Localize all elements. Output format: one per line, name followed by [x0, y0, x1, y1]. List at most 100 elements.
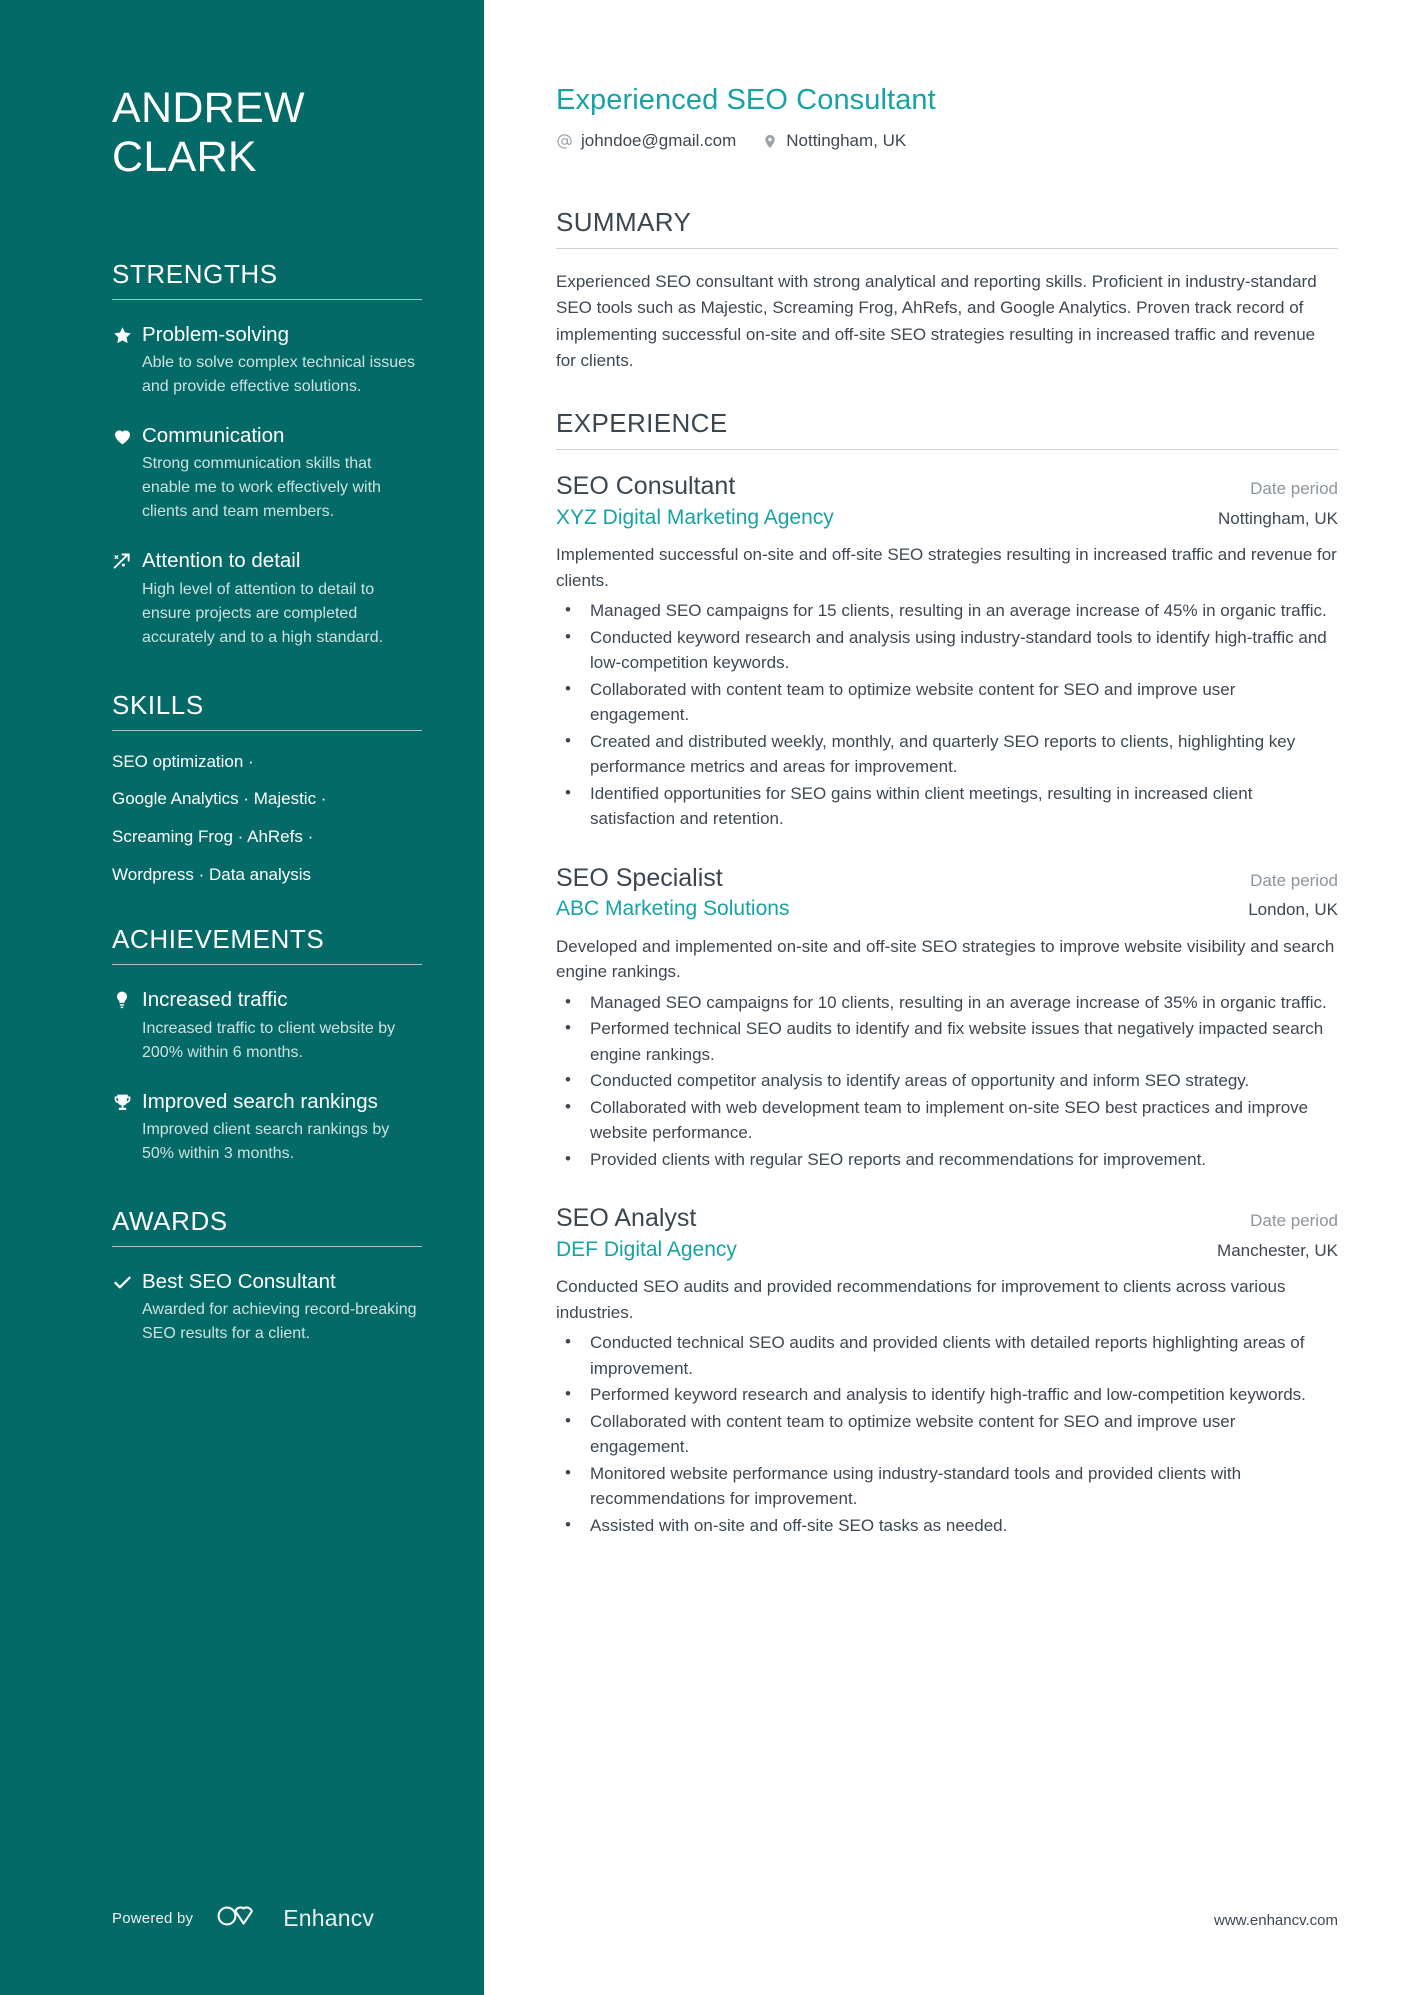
achievement-title: Improved search rankings [142, 1089, 378, 1113]
job-location: Nottingham, UK [1218, 508, 1338, 528]
heart-icon [112, 423, 142, 447]
achievement-description: Increased traffic to client website by 2… [142, 1019, 396, 1061]
experience-item: SEO Consultant Date period XYZ Digital M… [556, 470, 1338, 831]
job-title-row: SEO Consultant Date period [556, 470, 1338, 503]
at-sign-icon [556, 133, 573, 150]
location-value: Nottingham, UK [786, 131, 907, 150]
job-location: London, UK [1248, 900, 1338, 920]
enhancv-brand-name: Enhancv [283, 1905, 375, 1931]
job-bullet: Assisted with on-site and off-site SEO t… [556, 1512, 1338, 1539]
achievements-heading: ACHIEVEMENTS [112, 924, 325, 955]
enhancv-footer-brand: Powered by Enhancv [112, 1902, 374, 1935]
divider [112, 729, 422, 731]
skills-list: SEO optimization · Google Analytics · Ma… [112, 751, 422, 885]
job-bullet: Conducted competitor analysis to identif… [556, 1067, 1338, 1094]
email-value: johndoe@gmail.com [581, 131, 737, 150]
award-title: Best SEO Consultant [142, 1269, 336, 1293]
divider [556, 248, 1338, 249]
job-title: SEO Consultant [556, 472, 736, 501]
summary-text: Experienced SEO consultant with strong a… [556, 272, 1317, 371]
divider [556, 449, 1338, 451]
strength-item: Attention to detail High level of attent… [112, 548, 422, 649]
experience-item: SEO Analyst Date period DEF Digital Agen… [556, 1202, 1338, 1538]
job-period: Date period [1250, 1211, 1338, 1231]
job-bullet: Collaborated with content team to optimi… [556, 1408, 1338, 1460]
achievement-title: Increased traffic [142, 988, 288, 1012]
skill-line: Screaming Frog · AhRefs · [112, 826, 314, 846]
job-title: SEO Analyst [556, 1204, 697, 1233]
job-company-row: XYZ Digital Marketing Agency Nottingham,… [556, 503, 1338, 532]
strengths-section: STRENGTHS Problem-solving Able to solve … [112, 259, 422, 650]
skills-heading: SKILLS [112, 689, 204, 720]
job-bullet: Performed technical SEO audits to identi… [556, 1015, 1338, 1067]
skills-section: SKILLS SEO optimization · Google Analyti… [112, 690, 422, 885]
job-title-row: SEO Analyst Date period [556, 1202, 1338, 1235]
achievements-section: ACHIEVEMENTS Increased traffic Increased… [112, 924, 422, 1165]
job-company-row: DEF Digital Agency Manchester, UK [556, 1235, 1338, 1264]
strengths-heading: STRENGTHS [112, 258, 278, 289]
job-title: SEO Specialist [556, 863, 723, 892]
job-period: Date period [1250, 479, 1338, 499]
enhancv-logo-icon [215, 1902, 261, 1935]
lightbulb-icon [112, 987, 142, 1010]
main-content: Experienced SEO Consultant johndoe@gmail… [484, 0, 1410, 1995]
strength-title: Attention to detail [142, 549, 301, 573]
job-bullet: Conducted keyword research and analysis … [556, 624, 1338, 676]
job-bullet: Collaborated with content team to optimi… [556, 676, 1338, 728]
job-bullet: Managed SEO campaigns for 15 clients, re… [556, 597, 1338, 624]
job-company: XYZ Digital Marketing Agency [556, 505, 834, 529]
job-period: Date period [1250, 870, 1338, 890]
job-bullets: Managed SEO campaigns for 15 clients, re… [556, 597, 1338, 832]
job-bullet: Managed SEO campaigns for 10 clients, re… [556, 989, 1338, 1016]
skill-line: SEO optimization · [112, 751, 254, 771]
job-company: DEF Digital Agency [556, 1237, 737, 1261]
job-bullets: Managed SEO campaigns for 10 clients, re… [556, 989, 1338, 1173]
job-company-row: ABC Marketing Solutions London, UK [556, 894, 1338, 923]
skill-line: Wordpress · Data analysis [112, 864, 312, 884]
strength-item: Communication Strong communication skill… [112, 423, 422, 524]
awards-section: AWARDS Best SEO Consultant Awarded for a… [112, 1206, 422, 1346]
email-contact[interactable]: johndoe@gmail.com [556, 131, 736, 151]
achievement-item: Improved search rankings Improved client… [112, 1089, 422, 1166]
strength-description: Strong communication skills that enable … [142, 455, 381, 521]
strength-title: Problem-solving [142, 322, 289, 346]
strength-item: Problem-solving Able to solve complex te… [112, 322, 422, 399]
job-bullet: Created and distributed weekly, monthly,… [556, 728, 1338, 780]
website-url: www.enhancv.com [1214, 1912, 1338, 1929]
summary-section: SUMMARY Experienced SEO consultant with … [556, 207, 1338, 374]
trophy-icon [112, 1089, 142, 1113]
contact-row: johndoe@gmail.com Nottingham, UK [556, 131, 1338, 151]
divider [112, 298, 422, 300]
job-bullets: Conducted technical SEO audits and provi… [556, 1329, 1338, 1539]
skill-line: Google Analytics · Majestic · [112, 789, 327, 809]
divider [112, 1245, 422, 1247]
star-icon [112, 322, 142, 346]
first-name: ANDREW [112, 84, 305, 132]
job-title-row: SEO Specialist Date period [556, 862, 1338, 895]
check-icon [112, 1269, 142, 1293]
strength-title: Communication [142, 424, 285, 448]
award-description: Awarded for achieving record-breaking SE… [142, 1301, 417, 1343]
location-contact: Nottingham, UK [762, 131, 906, 151]
summary-heading: SUMMARY [556, 207, 692, 237]
strength-description: Able to solve complex technical issues a… [142, 354, 416, 396]
divider [112, 964, 422, 966]
last-name: CLARK [112, 133, 257, 182]
job-bullet: Collaborated with web development team t… [556, 1094, 1338, 1146]
experience-section: EXPERIENCE SEO Consultant Date period XY… [556, 408, 1338, 1538]
powered-by-label: Powered by [112, 1910, 194, 1927]
job-bullet: Conducted technical SEO audits and provi… [556, 1329, 1338, 1381]
job-bullet: Provided clients with regular SEO report… [556, 1146, 1338, 1173]
job-company: ABC Marketing Solutions [556, 897, 790, 921]
job-bullet: Identified opportunities for SEO gains w… [556, 780, 1338, 832]
achievement-description: Improved client search rankings by 50% w… [142, 1120, 390, 1162]
candidate-name: ANDREW CLARK [112, 84, 422, 183]
job-summary: Conducted SEO audits and provided recomm… [556, 1277, 1286, 1322]
sparkle-arrow-icon [112, 548, 142, 572]
strength-description: High level of attention to detail to ens… [142, 580, 384, 646]
experience-heading: EXPERIENCE [556, 408, 728, 439]
job-bullet: Monitored website performance using indu… [556, 1460, 1338, 1512]
job-bullet: Performed keyword research and analysis … [556, 1381, 1338, 1408]
sidebar: ANDREW CLARK STRENGTHS Problem-solving A… [0, 0, 484, 1995]
job-summary: Implemented successful on-site and off-s… [556, 545, 1337, 590]
